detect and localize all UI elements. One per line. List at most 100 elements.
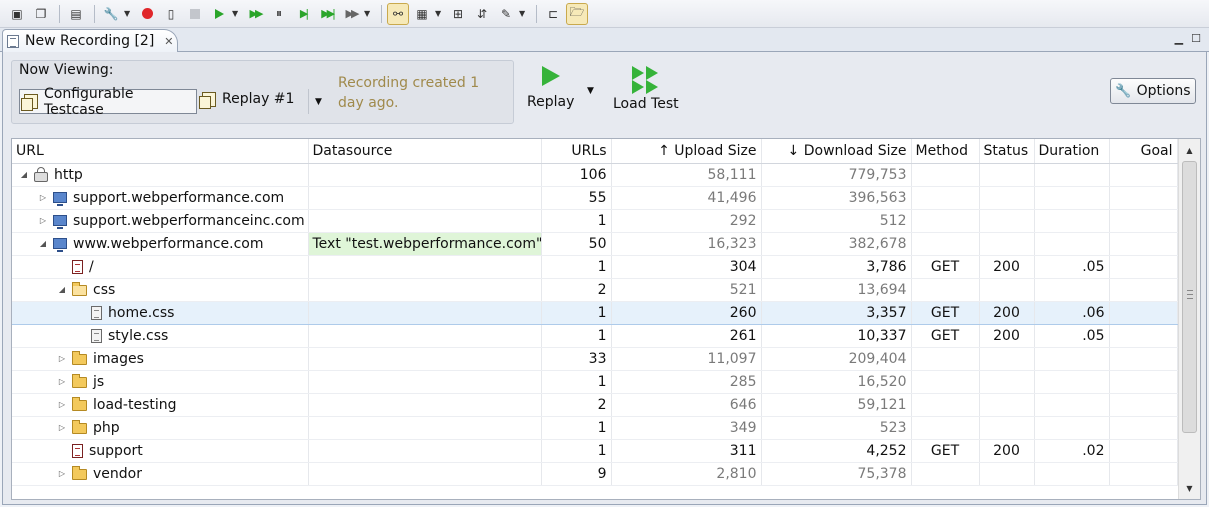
col-header-url[interactable]: URL xyxy=(12,139,309,164)
url-cell[interactable]: style.css xyxy=(12,324,309,348)
datasource-cell[interactable] xyxy=(308,209,542,233)
datasource-cell[interactable] xyxy=(308,462,542,486)
table-row[interactable]: ◢ css 2 521 13,694 xyxy=(12,278,1178,302)
stop-icon[interactable] xyxy=(184,3,206,25)
expand-icon[interactable]: ▷ xyxy=(37,216,49,225)
datasource-cell[interactable] xyxy=(308,163,542,187)
scroll-thumb[interactable] xyxy=(1182,161,1197,433)
play-icon[interactable] xyxy=(208,3,230,25)
replay-dropdown-chevron-down-icon[interactable]: ▼ xyxy=(308,89,328,114)
table-row[interactable]: ▷ load-testing 2 646 59,121 xyxy=(12,393,1178,417)
url-cell[interactable]: ◢ http xyxy=(12,163,309,187)
expand-icon[interactable]: ▷ xyxy=(56,469,68,478)
datasource-cell[interactable]: Text "test.webperformance.com" xyxy=(308,232,542,256)
tab-new-recording[interactable]: New Recording [2] ✕ xyxy=(2,29,178,52)
url-cell[interactable]: ◢ css xyxy=(12,278,309,302)
table-row[interactable]: / 1 304 3,786 GET 200.05 xyxy=(12,255,1178,279)
table-row[interactable]: home.css 1 260 3,357 GET 200.06 xyxy=(12,300,1178,325)
expand-icon[interactable]: ▷ xyxy=(56,423,68,432)
table-row[interactable]: ◢ www.webperformance.com Text "test.webper… xyxy=(12,232,1178,256)
expand-icon[interactable]: ▷ xyxy=(56,354,68,363)
datasource-cell[interactable] xyxy=(308,370,542,394)
chevron-down-icon[interactable]: ▼ xyxy=(232,9,240,18)
step-icon[interactable]: ▶| xyxy=(292,3,314,25)
hierarchy-icon[interactable]: ⊏ xyxy=(542,3,564,25)
layout-icon[interactable]: ▦ xyxy=(411,3,433,25)
replay-chevron-down-icon[interactable]: ▼ xyxy=(587,86,594,96)
url-cell[interactable]: / xyxy=(12,255,309,279)
col-header-upload-size[interactable]: ↑ Upload Size xyxy=(611,139,762,164)
record-icon[interactable] xyxy=(136,3,158,25)
chevron-down-icon[interactable]: ▼ xyxy=(124,9,132,18)
sort-icon[interactable]: ⇵ xyxy=(471,3,493,25)
datasource-cell[interactable] xyxy=(308,300,542,325)
datasource-cell[interactable] xyxy=(308,439,542,463)
table-row[interactable]: ▷ support.webperformance.com 55 41,496 396,5… xyxy=(12,186,1178,210)
table-row[interactable]: style.css 1 261 10,337 GET 200.05 xyxy=(12,324,1178,348)
vertical-scrollbar[interactable]: ▲ ▼ xyxy=(1178,139,1200,499)
url-cell[interactable]: ▷ load-testing xyxy=(12,393,309,417)
datasource-cell[interactable] xyxy=(308,255,542,279)
disabled-doc-icon[interactable]: ▯ xyxy=(160,3,182,25)
scroll-down-icon[interactable]: ▼ xyxy=(1179,479,1200,497)
report-icon[interactable]: ▤ xyxy=(65,3,87,25)
chevron-down-icon[interactable]: ▼ xyxy=(364,9,372,18)
table-row[interactable]: ▷ js 1 285 16,520 xyxy=(12,370,1178,394)
new-testcase-icon[interactable]: ▣ xyxy=(6,3,28,25)
magic-wand-icon[interactable]: ✎ xyxy=(495,3,517,25)
table-row[interactable]: ▷ support.webperformanceinc.com 1 292 512 xyxy=(12,209,1178,233)
url-cell[interactable]: ◢ www.webperformance.com xyxy=(12,232,309,256)
step-all-icon[interactable]: ▶▶| xyxy=(316,3,338,25)
minimize-icon[interactable]: ▁ xyxy=(1175,32,1183,45)
col-header-status[interactable]: Status xyxy=(979,139,1035,164)
options-button[interactable]: 🔧 Options xyxy=(1110,78,1196,104)
tree-icon[interactable]: ⊞ xyxy=(447,3,469,25)
col-header-duration[interactable]: Duration xyxy=(1034,139,1110,164)
col-header-urls[interactable]: URLs xyxy=(541,139,612,164)
url-cell[interactable]: ▷ vendor xyxy=(12,462,309,486)
url-cell[interactable]: home.css xyxy=(12,300,309,325)
multi-play-icon[interactable]: ▶▶ xyxy=(340,3,362,25)
expand-icon[interactable]: ▷ xyxy=(37,193,49,202)
url-cell[interactable]: ▷ images xyxy=(12,347,309,371)
table-row[interactable]: ▷ images 33 11,097 209,404 xyxy=(12,347,1178,371)
col-header-datasource[interactable]: Datasource xyxy=(308,139,542,164)
maximize-icon[interactable]: ☐ xyxy=(1191,32,1201,45)
col-header-download-size[interactable]: ↓ Download Size xyxy=(761,139,912,164)
table-row[interactable]: ▷ php 1 349 523 xyxy=(12,416,1178,440)
fast-forward-icon[interactable]: ▶▶ xyxy=(244,3,266,25)
url-cell[interactable]: support xyxy=(12,439,309,463)
datasource-cell[interactable] xyxy=(308,186,542,210)
copy-icon[interactable]: ❐ xyxy=(30,3,52,25)
expand-icon[interactable]: ▷ xyxy=(56,377,68,386)
table-row[interactable]: support 1 311 4,252 GET 200.02 xyxy=(12,439,1178,463)
datasource-cell[interactable] xyxy=(308,393,542,417)
collapse-icon[interactable]: ◢ xyxy=(37,239,49,248)
col-header-goal[interactable]: Goal xyxy=(1109,139,1178,164)
url-cell[interactable]: ▷ support.webperformanceinc.com xyxy=(12,209,309,233)
datasource-cell[interactable] xyxy=(308,324,542,348)
configurable-testcase-button[interactable]: Configurable Testcase xyxy=(19,86,197,118)
datasource-cell[interactable] xyxy=(308,278,542,302)
chevron-down-icon[interactable]: ▼ xyxy=(435,9,443,18)
table-row[interactable]: ◢ http 106 58,111 779,753 xyxy=(12,163,1178,187)
col-header-method[interactable]: Method xyxy=(911,139,980,164)
table-row[interactable]: ▷ vendor 9 2,810 75,378 xyxy=(12,462,1178,486)
close-icon[interactable]: ✕ xyxy=(164,35,173,48)
url-cell[interactable]: ▷ php xyxy=(12,416,309,440)
datasource-cell[interactable] xyxy=(308,416,542,440)
chevron-down-icon[interactable]: ▼ xyxy=(519,9,527,18)
url-cell[interactable]: ▷ support.webperformance.com xyxy=(12,186,309,210)
scroll-up-icon[interactable]: ▲ xyxy=(1179,141,1200,159)
replay-button[interactable]: Replay xyxy=(527,66,574,110)
url-cell[interactable]: ▷ js xyxy=(12,370,309,394)
pause-icon[interactable]: ⏸ xyxy=(268,3,290,25)
collapse-icon[interactable]: ◢ xyxy=(56,285,68,294)
folder-open-icon[interactable]: 🗁 xyxy=(566,2,588,25)
datasource-cell[interactable] xyxy=(308,347,542,371)
expand-icon[interactable]: ▷ xyxy=(56,400,68,409)
collapse-icon[interactable]: ◢ xyxy=(18,170,30,179)
link-icon[interactable]: ⚯ xyxy=(387,2,409,25)
load-test-button[interactable]: Load Test xyxy=(613,66,679,112)
replay-selector[interactable]: Replay #1 xyxy=(199,91,294,109)
